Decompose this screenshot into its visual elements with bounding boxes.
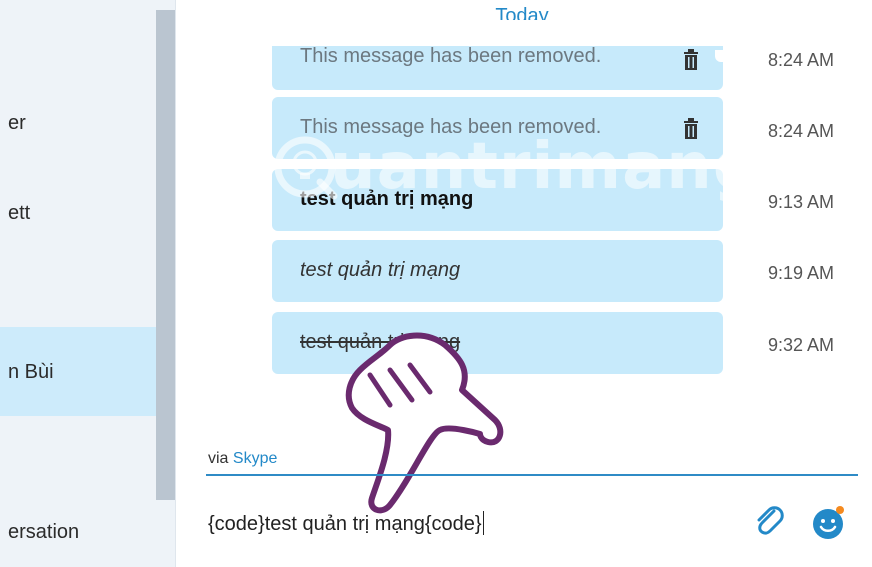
message-time: 9:13 AM xyxy=(768,192,835,212)
paperclip-icon[interactable] xyxy=(752,504,786,538)
sidebar-item-label: ersation xyxy=(8,521,80,543)
skype-link[interactable]: Skype xyxy=(233,450,277,467)
sidebar-item-conversation[interactable]: ersation xyxy=(0,488,156,567)
message-time: 8:24 AM xyxy=(768,50,835,70)
sidebar-scrollbar[interactable] xyxy=(156,10,175,500)
message-time: 9:19 AM xyxy=(768,263,835,283)
message-bubble[interactable]: test quản trị mạng xyxy=(272,240,723,302)
message-text: test quản trị mạng xyxy=(300,259,461,281)
trash-icon[interactable] xyxy=(682,117,700,141)
sidebar-item-label: er xyxy=(8,112,26,134)
trash-icon[interactable] xyxy=(682,48,700,72)
sidebar-item-label: n Bùi xyxy=(8,361,54,383)
contact-sidebar: er ett n Bùi ersation xyxy=(0,0,175,567)
sidebar-item-contact-2[interactable]: ett xyxy=(0,168,156,257)
scroll-mask xyxy=(272,20,723,46)
message-text: This message has been removed. xyxy=(300,45,602,67)
message-input[interactable]: {code}test quản trị mạng{code} xyxy=(208,511,484,536)
message-text: This message has been removed. xyxy=(300,116,602,138)
emoticon-icon[interactable] xyxy=(810,504,846,540)
via-label: via Skype xyxy=(208,450,277,468)
sidebar-item-contact-1[interactable]: er xyxy=(0,79,156,168)
message-text: test quản trị mạng xyxy=(300,188,474,210)
hand-pointer-icon xyxy=(345,332,504,514)
text-cursor xyxy=(482,511,484,535)
message-bubble[interactable]: test quản trị mạng xyxy=(272,169,723,231)
compose-divider xyxy=(206,474,858,476)
via-prefix: via xyxy=(208,450,229,467)
sidebar-item-contact-selected[interactable]: n Bùi xyxy=(0,327,156,416)
message-bubble[interactable]: This message has been removed. xyxy=(272,97,723,159)
message-time: 8:24 AM xyxy=(768,121,835,141)
sidebar-divider xyxy=(175,0,176,567)
bubble-notch xyxy=(715,50,729,62)
message-time: 9:32 AM xyxy=(768,335,835,355)
message-input-value: {code}test quản trị mạng{code} xyxy=(208,513,482,535)
sidebar-item-label: ett xyxy=(8,202,31,224)
